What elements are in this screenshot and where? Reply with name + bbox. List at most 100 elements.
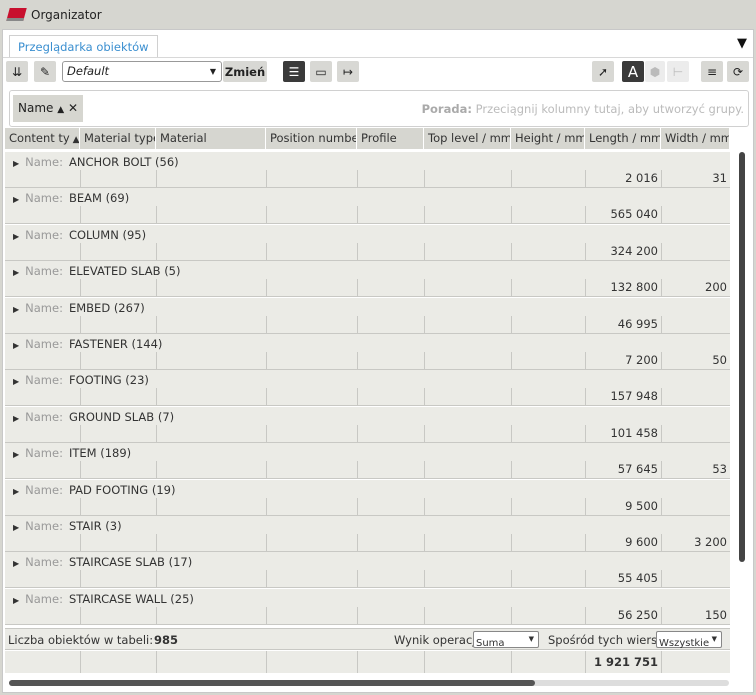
- group-chip-name[interactable]: Name ▲ ✕: [13, 95, 84, 122]
- pin-button[interactable]: ✎: [34, 61, 56, 82]
- export-button[interactable]: ↦: [337, 61, 359, 82]
- summary-cell: [266, 279, 357, 297]
- summary-cell: [424, 315, 511, 333]
- column-header[interactable]: Length / mm: [585, 128, 661, 149]
- horizontal-scroll-thumb[interactable]: [9, 680, 535, 686]
- expand-icon[interactable]: ▶: [13, 159, 19, 168]
- column-header[interactable]: Profile: [357, 128, 424, 149]
- expand-icon[interactable]: ▶: [13, 305, 19, 314]
- group-value: FOOTING (23): [68, 373, 149, 388]
- operation-value: Suma: [476, 638, 505, 649]
- group-field-label: Name:: [25, 555, 63, 570]
- summary-cell: [156, 279, 266, 297]
- summary-cell: 9 500: [585, 497, 661, 515]
- grid-rows: ▶ Name: ANCHOR BOLT (56) 2 016 31 ▶ Name: BEAM …: [5, 152, 730, 626]
- group-row[interactable]: ▶ Name: GROUND SLAB (7) 101 458: [5, 406, 730, 443]
- summary-cell: [80, 170, 156, 187]
- title-bar: Organizator: [0, 0, 756, 29]
- group-field-label: Name:: [25, 373, 63, 388]
- view-select[interactable]: Default ▼: [62, 61, 222, 82]
- group-row[interactable]: ▶ Name: EMBED (267) 46 995: [5, 297, 730, 334]
- hint-text: Przeciągnij kolumny tutaj, aby utworzyć …: [471, 102, 744, 116]
- group-row[interactable]: ▶ Name: ELEVATED SLAB (5) 132 800 200: [5, 261, 730, 298]
- select-in-model-button[interactable]: ➚: [592, 61, 614, 82]
- rows-select[interactable]: Wszystkie ▼: [656, 631, 722, 649]
- group-row[interactable]: ▶ Name: ANCHOR BOLT (56) 2 016 31: [5, 152, 730, 188]
- summary-cell: [511, 534, 585, 551]
- summary-cell: [156, 570, 266, 588]
- summary-cell: [357, 570, 424, 588]
- group-by-panel[interactable]: Name ▲ ✕ Porada: Przeciągnij kolumny tut…: [9, 90, 749, 127]
- summary-cell: [424, 424, 511, 442]
- tab-object-browser[interactable]: Przeglądarka obiektów: [9, 35, 158, 58]
- summary-cell: [266, 352, 357, 369]
- summary-cell: 324 200: [585, 242, 661, 260]
- expand-icon[interactable]: ▶: [13, 268, 19, 277]
- close-icon[interactable]: ✕: [68, 101, 78, 115]
- expand-icon[interactable]: ▶: [13, 487, 19, 496]
- group-row[interactable]: ▶ Name: FASTENER (144) 7 200 50: [5, 334, 730, 370]
- expand-icon[interactable]: ▶: [13, 195, 19, 204]
- group-view-button[interactable]: ▭: [310, 61, 332, 82]
- group-row[interactable]: ▶ Name: PAD FOOTING (19) 9 500: [5, 479, 730, 516]
- expand-icon[interactable]: ▶: [13, 341, 19, 350]
- total-cell: [80, 651, 156, 673]
- text-mode-button[interactable]: A: [622, 61, 644, 82]
- pin-icon: ✎: [39, 64, 51, 79]
- vertical-scrollbar[interactable]: [739, 152, 745, 562]
- refresh-button[interactable]: ⟳: [727, 61, 749, 82]
- change-button[interactable]: Zmień: [223, 61, 267, 82]
- column-header[interactable]: Content ty ▲: [5, 128, 80, 149]
- group-hint: Porada: Przeciągnij kolumny tutaj, aby u…: [422, 102, 744, 116]
- summary-cell: [661, 315, 730, 333]
- group-row[interactable]: ▶ Name: ITEM (189) 57 645 53: [5, 443, 730, 480]
- expand-icon[interactable]: ▶: [13, 377, 19, 386]
- expand-icon[interactable]: ▶: [13, 414, 19, 423]
- expand-icon[interactable]: ▶: [13, 523, 19, 532]
- expand-icon[interactable]: ▶: [13, 596, 19, 605]
- summary-cell: [357, 424, 424, 442]
- group-field-label: Name:: [25, 482, 63, 497]
- summary-cell: [661, 497, 730, 515]
- group-field-label: Name:: [25, 227, 63, 242]
- group-row[interactable]: ▶ Name: STAIRCASE WALL (25) 56 250 150: [5, 588, 730, 625]
- horizontal-scrollbar[interactable]: [9, 680, 729, 686]
- column-header[interactable]: Position number: [266, 128, 357, 149]
- summary-cell: [80, 352, 156, 369]
- group-field-label: Name:: [25, 409, 63, 424]
- total-cell: [661, 651, 730, 673]
- operation-select[interactable]: Suma ▼: [473, 631, 539, 649]
- rows-value: Wszystkie: [659, 638, 710, 649]
- column-header[interactable]: Width / mm: [661, 128, 730, 149]
- expand-icon[interactable]: ▶: [13, 559, 19, 568]
- summary-cell: [156, 497, 266, 515]
- summary-cell: 200: [661, 279, 730, 297]
- group-header: ▶ Name: FOOTING (23): [13, 373, 149, 387]
- collapse-all-button[interactable]: ⇊: [6, 61, 28, 82]
- summary-cell: [266, 606, 357, 624]
- hierarchy-button[interactable]: ⊢: [667, 61, 689, 82]
- group-row[interactable]: ▶ Name: FOOTING (23) 157 948: [5, 370, 730, 407]
- group-row[interactable]: ▶ Name: COLUMN (95) 324 200: [5, 224, 730, 261]
- group-row[interactable]: ▶ Name: STAIRCASE SLAB (17) 55 405: [5, 552, 730, 589]
- menu-button[interactable]: ≡: [701, 61, 723, 82]
- column-header[interactable]: Top level / mm: [424, 128, 511, 149]
- expand-icon[interactable]: ▶: [13, 450, 19, 459]
- chevron-down-icon: ▼: [528, 635, 534, 643]
- 3d-mode-button[interactable]: ⬢: [645, 61, 665, 82]
- column-header[interactable]: Material type: [80, 128, 156, 149]
- column-header[interactable]: Material: [156, 128, 266, 149]
- summary-cell: 50: [661, 352, 730, 369]
- expand-icon[interactable]: ▶: [13, 232, 19, 241]
- panel-menu-icon[interactable]: ▼: [737, 36, 747, 51]
- total-cell: [424, 651, 511, 673]
- group-header: ▶ Name: BEAM (69): [13, 191, 129, 205]
- list-view-button[interactable]: ☰: [283, 61, 305, 82]
- group-row[interactable]: ▶ Name: STAIR (3) 9 600 3 200: [5, 516, 730, 552]
- summary-cell: 101 458: [585, 424, 661, 442]
- summary-cell: [424, 461, 511, 479]
- column-header[interactable]: Height / mm: [511, 128, 585, 149]
- group-row[interactable]: ▶ Name: BEAM (69) 565 040: [5, 188, 730, 225]
- total-cell: [156, 651, 266, 673]
- group-value: ANCHOR BOLT (56): [68, 155, 179, 169]
